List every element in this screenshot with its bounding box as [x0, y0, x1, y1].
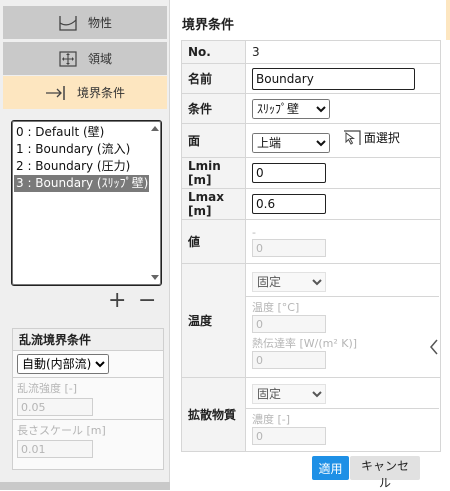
name-input[interactable]	[252, 67, 415, 90]
temperature-label: 温度	[181, 263, 246, 378]
no-label: No.	[181, 40, 246, 64]
face-select-icon	[343, 129, 361, 145]
diffusion-mode-select: 固定	[252, 384, 326, 404]
intensity-input	[17, 398, 93, 416]
boundary-list-item[interactable]: 2 : Boundary (圧力)	[14, 158, 149, 175]
boundary-list-item[interactable]: 0 : Default (壁)	[14, 124, 149, 141]
value-label: 値	[181, 219, 246, 264]
nav-label-boundary: 境界条件	[76, 86, 125, 100]
page-title: 境界条件	[182, 18, 235, 33]
lmax-label: Lmax [m]	[181, 188, 246, 220]
face-select-button[interactable]: 面選択	[342, 129, 400, 147]
add-boundary-button[interactable]: +	[108, 290, 126, 312]
concentration-label: 濃度 [-]	[252, 413, 291, 426]
turbulence-header: 乱流境界条件	[13, 329, 163, 351]
length-scale-input	[17, 440, 93, 458]
temperature-value-label: 温度 [°C]	[252, 301, 300, 314]
name-label: 名前	[181, 63, 246, 94]
boundary-form-table: No. 3 名前 条件 ｽﾘｯﾌﾟ壁 面 上端	[181, 40, 441, 452]
turbulence-mode-select[interactable]: 自動(内部流)	[17, 354, 109, 374]
left-panel: 物性 領域 境界条件 0 : Default (壁) 1 : Boundary …	[0, 0, 170, 490]
nav-label-properties: 物性	[87, 16, 112, 30]
value-input	[252, 239, 326, 257]
value-sub-label: -	[252, 226, 256, 239]
condition-select[interactable]: ｽﾘｯﾌﾟ壁	[252, 98, 330, 119]
top-accent-bar	[446, 0, 450, 40]
intensity-label: 乱流強度 [-]	[17, 382, 78, 395]
properties-icon	[59, 15, 77, 31]
face-label: 面	[181, 123, 246, 158]
boundary-form-panel: 境界条件 No. 3 名前 条件 ｽﾘｯﾌﾟ壁 面 上端	[176, 6, 446, 490]
cancel-button[interactable]: キャンセル	[350, 456, 420, 490]
nav-label-region: 領域	[87, 52, 112, 66]
face-select-label: 面選択	[363, 131, 400, 145]
boundary-list-item-selected[interactable]: 3 : Boundary (ｽﾘｯﾌﾟ壁)	[14, 175, 149, 192]
diffusion-label: 拡散物質	[181, 377, 246, 452]
boundary-list-item[interactable]: 1 : Boundary (流入)	[14, 141, 149, 158]
nav-button-properties[interactable]: 物性	[3, 6, 167, 39]
boundary-listbox[interactable]: 0 : Default (壁) 1 : Boundary (流入) 2 : Bo…	[11, 120, 162, 286]
temperature-input	[252, 315, 326, 333]
collapse-panel-icon[interactable]	[429, 338, 439, 356]
condition-label: 条件	[181, 93, 246, 124]
nav-button-region[interactable]: 領域	[3, 42, 167, 75]
heat-transfer-input	[252, 351, 326, 369]
face-select[interactable]: 上端	[252, 132, 330, 153]
bottom-strip	[0, 482, 170, 490]
lmax-input[interactable]	[252, 194, 326, 214]
apply-button[interactable]: 適用	[312, 456, 349, 480]
scroll-up-icon[interactable]	[151, 126, 159, 131]
temperature-mode-select: 固定	[252, 272, 326, 292]
heat-transfer-label: 熱伝達率 [W/(m² K)]	[252, 337, 358, 350]
boundary-icon	[45, 85, 65, 100]
lmin-input[interactable]	[252, 163, 326, 183]
region-icon	[59, 50, 77, 67]
concentration-input	[252, 427, 326, 445]
scroll-down-icon[interactable]	[151, 275, 159, 280]
lmin-label: Lmin [m]	[181, 157, 246, 189]
turbulence-section: 乱流境界条件 自動(内部流) 乱流強度 [-] 長さスケール [m]	[12, 328, 164, 470]
no-value: 3	[245, 40, 441, 64]
nav-button-boundary[interactable]: 境界条件	[3, 76, 167, 109]
length-scale-label: 長さスケール [m]	[17, 424, 106, 437]
remove-boundary-button[interactable]: −	[138, 290, 156, 312]
